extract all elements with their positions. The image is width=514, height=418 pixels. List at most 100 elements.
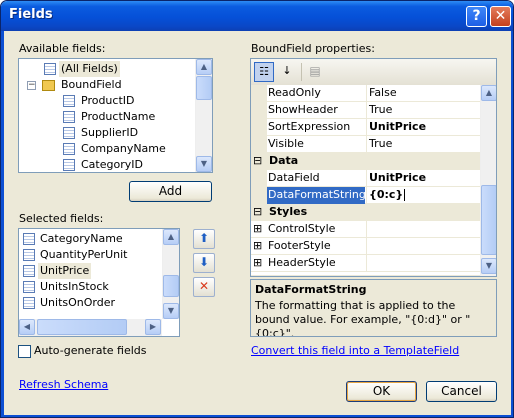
move-up-button[interactable]: ⬆ <box>193 229 215 249</box>
property-row-footerstyle[interactable]: ⊞ FooterStyle <box>251 238 483 255</box>
property-row-headerstyle[interactable]: ⊞ HeaderStyle <box>251 255 483 272</box>
title-bar[interactable]: Fields ? ✕ <box>1 1 513 31</box>
expand-icon[interactable]: ⊞ <box>253 238 262 254</box>
alphabetical-button[interactable]: ↓ <box>277 62 297 82</box>
list-item[interactable]: QuantityPerUnit <box>19 247 162 263</box>
ok-button[interactable]: OK <box>346 381 417 402</box>
tree-item-label: ProductName <box>81 110 156 123</box>
refresh-schema-link[interactable]: Refresh Schema <box>19 378 108 391</box>
scroll-up-button[interactable]: ▲ <box>481 85 496 101</box>
selected-hscrollbar[interactable]: ◀ ▶ <box>19 319 162 336</box>
available-scrollbar[interactable]: ▲ ▼ <box>195 59 212 172</box>
text-caret <box>404 189 406 201</box>
categorized-button[interactable]: ☷ <box>254 62 274 82</box>
property-row-readonly[interactable]: ReadOnly False <box>251 85 483 102</box>
categorized-icon: ☷ <box>259 65 269 78</box>
description-text: The formatting that is applied to the bo… <box>255 299 471 337</box>
property-row-datafield[interactable]: DataField UnitPrice <box>251 170 483 187</box>
scroll-down-button[interactable]: ▼ <box>196 156 212 172</box>
scroll-thumb[interactable] <box>481 185 496 255</box>
tree-item-label: CategoryID <box>81 158 143 171</box>
hscroll-thumb[interactable] <box>37 319 127 335</box>
window-title: Fields <box>9 7 53 22</box>
field-icon <box>63 127 75 139</box>
property-value[interactable] <box>366 238 483 255</box>
property-value: {0:c} <box>369 188 404 201</box>
field-icon <box>23 249 35 261</box>
convert-templatefield-link[interactable]: Convert this field into a TemplateField <box>251 344 459 357</box>
property-value[interactable] <box>366 255 483 272</box>
tree-item-categoryid[interactable]: CategoryID <box>19 157 197 172</box>
property-name: ReadOnly <box>268 86 321 99</box>
list-item-selected[interactable]: UnitPrice <box>19 263 162 279</box>
sort-az-icon: ↓ <box>282 64 292 77</box>
list-item[interactable]: UnitsOnOrder <box>19 295 162 311</box>
tree-item-boundfield[interactable]: − BoundField <box>19 77 197 93</box>
selected-vscrollbar[interactable]: ▲ ▼ <box>162 229 179 319</box>
field-icon <box>23 265 35 277</box>
tree-item-all-fields[interactable]: (All Fields) <box>19 61 197 77</box>
scroll-right-button[interactable]: ▶ <box>145 319 161 335</box>
property-row-sortexpression[interactable]: SortExpression UnitPrice <box>251 119 483 136</box>
delete-field-button[interactable]: ✕ <box>193 277 215 297</box>
field-icon <box>63 159 75 171</box>
list-item[interactable]: CategoryName <box>19 231 162 247</box>
description-title: DataFormatString <box>255 283 367 296</box>
scroll-up-button[interactable]: ▲ <box>163 229 179 245</box>
move-down-button[interactable]: ⬇ <box>193 253 215 273</box>
list-item-label: UnitPrice <box>38 263 92 279</box>
dataformatstring-input[interactable]: {0:c} <box>366 187 483 204</box>
available-fields-tree[interactable]: (All Fields) − BoundField ProductID Prod… <box>18 58 213 173</box>
arrow-up-icon: ⬆ <box>198 231 210 245</box>
selected-fields-list[interactable]: CategoryName QuantityPerUnit UnitPrice U… <box>18 228 180 337</box>
property-value[interactable]: UnitPrice <box>366 119 483 136</box>
property-rows: ReadOnly False ShowHeader True SortExpre… <box>251 85 483 275</box>
list-item[interactable]: UnitsInStock <box>19 279 162 295</box>
scroll-down-button[interactable]: ▼ <box>481 258 496 274</box>
property-category-styles[interactable]: ⊟ Styles <box>251 204 483 221</box>
scroll-left-button[interactable]: ◀ <box>19 319 35 335</box>
expand-icon[interactable]: ⊞ <box>253 255 262 271</box>
scroll-down-button[interactable]: ▼ <box>163 303 179 319</box>
window-frame-left <box>1 31 4 417</box>
help-icon: ? <box>472 8 481 24</box>
tree-item-productname[interactable]: ProductName <box>19 109 197 125</box>
property-row-controlstyle[interactable]: ⊞ ControlStyle <box>251 221 483 238</box>
property-name: ShowHeader <box>268 103 338 116</box>
add-button[interactable]: Add <box>129 181 212 202</box>
expand-icon[interactable]: ⊞ <box>253 221 262 237</box>
scroll-up-button[interactable]: ▲ <box>196 59 212 75</box>
tree-item-label: (All Fields) <box>59 61 120 77</box>
property-name: DataFormatString <box>267 187 366 204</box>
property-name: FooterStyle <box>268 239 331 252</box>
property-name: SortExpression <box>268 120 351 133</box>
property-category-data[interactable]: ⊟ Data <box>251 153 483 170</box>
property-value[interactable]: UnitPrice <box>366 170 483 187</box>
close-button[interactable]: ✕ <box>490 6 511 27</box>
field-icon <box>23 297 35 309</box>
collapse-icon[interactable]: − <box>27 81 36 90</box>
property-value[interactable]: True <box>366 136 483 153</box>
list-item-label: QuantityPerUnit <box>40 248 128 261</box>
list-item-label: UnitsOnOrder <box>40 296 116 309</box>
property-row-visible[interactable]: Visible True <box>251 136 483 153</box>
tree-item-companyname[interactable]: CompanyName <box>19 141 197 157</box>
property-row-showheader[interactable]: ShowHeader True <box>251 102 483 119</box>
tree-item-productid[interactable]: ProductID <box>19 93 197 109</box>
scroll-thumb[interactable] <box>196 76 212 100</box>
help-button[interactable]: ? <box>466 6 487 27</box>
property-scrollbar[interactable]: ▲ ▼ <box>480 85 496 276</box>
property-pages-button[interactable]: ▤ <box>305 62 325 82</box>
property-row-dataformatstring[interactable]: DataFormatString {0:c} <box>251 187 483 204</box>
cancel-button[interactable]: Cancel <box>426 381 497 402</box>
property-value[interactable]: False <box>366 85 483 102</box>
property-value[interactable]: True <box>366 102 483 119</box>
selected-fields-label: Selected fields: <box>19 212 104 225</box>
collapse-icon[interactable]: ⊟ <box>253 204 262 220</box>
property-value[interactable] <box>366 221 483 238</box>
tree-item-supplierid[interactable]: SupplierID <box>19 125 197 141</box>
tree-item-label: ProductID <box>81 94 135 107</box>
auto-generate-checkbox[interactable] <box>18 345 31 358</box>
collapse-icon[interactable]: ⊟ <box>253 153 262 169</box>
scroll-thumb[interactable] <box>163 275 179 297</box>
